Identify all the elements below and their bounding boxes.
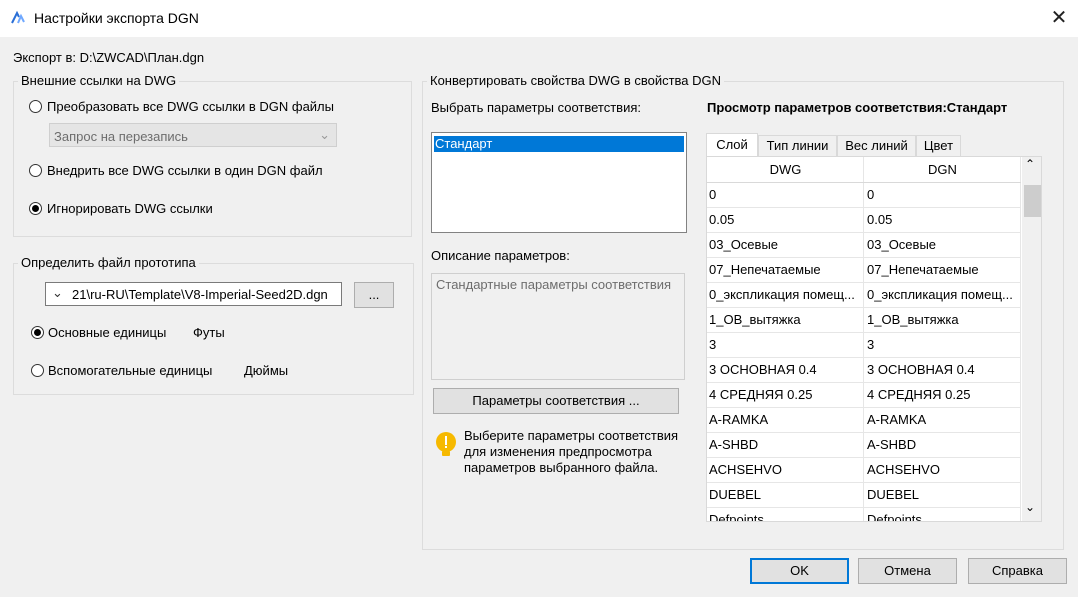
grid-cell-dwg[interactable]: 3 ОСНОВНАЯ 0.4: [707, 358, 862, 382]
grid-cell-dwg[interactable]: 0_экспликация помещ...: [707, 283, 862, 307]
hint-text: Выберите параметры соответствия для изме…: [464, 428, 679, 475]
prototype-legend: Определить файл прототипа: [18, 255, 199, 270]
close-icon[interactable]: ✕: [1042, 4, 1076, 32]
convert-legend: Конвертировать свойства DWG в свойства D…: [427, 73, 725, 88]
select-mapping-label: Выбрать параметры соответствия:: [431, 100, 641, 115]
lightbulb-icon: [436, 432, 456, 456]
export-path: Экспорт в: D:\ZWCAD\План.dgn: [13, 50, 205, 65]
tab-color[interactable]: Цвет: [916, 135, 961, 157]
tab-linetype[interactable]: Тип линии: [758, 135, 837, 157]
grid-cell-dwg[interactable]: 03_Осевые: [707, 233, 862, 257]
chevron-down-icon: ⌄: [52, 285, 63, 300]
scroll-down-icon[interactable]: ⌄: [1025, 500, 1035, 514]
grid-cell-dwg[interactable]: DUEBEL: [707, 483, 862, 507]
cancel-button[interactable]: Отмена: [858, 558, 957, 584]
radio-embed-refs[interactable]: [29, 164, 42, 177]
grid-cell-dwg[interactable]: 4 СРЕДНЯЯ 0.25: [707, 383, 862, 407]
grid-cell-dgn[interactable]: 0: [865, 183, 1020, 207]
sub-units-value: Дюймы: [244, 363, 289, 378]
main-units-value: Футы: [193, 325, 225, 340]
window-title: Настройки экспорта DGN: [34, 10, 199, 26]
grid-cell-dgn[interactable]: 1_ОВ_вытяжка: [865, 308, 1020, 332]
grid-cell-dwg[interactable]: Defpoints: [707, 508, 862, 521]
column-separator: [1020, 157, 1021, 521]
mapping-settings-button[interactable]: Параметры соответствия ...: [433, 388, 679, 414]
radio-sub-units[interactable]: [31, 364, 44, 377]
grid-cell-dwg[interactable]: 1_ОВ_вытяжка: [707, 308, 862, 332]
prototype-file-combo[interactable]: ⌄ 21\ru-RU\Template\V8-Imperial-Seed2D.d…: [45, 282, 342, 306]
description-label: Описание параметров:: [431, 248, 570, 263]
grid-cell-dwg[interactable]: A-RAMKA: [707, 408, 862, 432]
grid-cell-dgn[interactable]: DUEBEL: [865, 483, 1020, 507]
description-box: Стандартные параметры соответствия: [431, 273, 685, 380]
tab-lineweight[interactable]: Вес линий: [837, 135, 916, 157]
radio-convert-refs-label[interactable]: Преобразовать все DWG ссылки в DGN файлы: [47, 99, 334, 114]
grid-cell-dwg[interactable]: 0.05: [707, 208, 862, 232]
tab-layer[interactable]: Слой: [706, 133, 758, 157]
grid-cell-dwg[interactable]: A-SHBD: [707, 433, 862, 457]
grid-cell-dgn[interactable]: 07_Непечатаемые: [865, 258, 1020, 282]
grid-cell-dgn[interactable]: 3: [865, 333, 1020, 357]
radio-convert-refs[interactable]: [29, 100, 42, 113]
external-refs-legend: Внешние ссылки на DWG: [18, 73, 180, 88]
radio-ignore-refs-label[interactable]: Игнорировать DWG ссылки: [47, 201, 213, 216]
grid-cell-dwg[interactable]: 3: [707, 333, 862, 357]
grid-cell-dwg[interactable]: 07_Непечатаемые: [707, 258, 862, 282]
vertical-scrollbar[interactable]: ⌃ ⌄: [1022, 157, 1041, 521]
preview-title: Просмотр параметров соответствия:Стандар…: [707, 100, 1008, 115]
browse-button[interactable]: ...: [354, 282, 394, 308]
column-header-dgn[interactable]: DGN: [864, 157, 1021, 182]
grid-cell-dgn[interactable]: A-SHBD: [865, 433, 1020, 457]
radio-main-units-label[interactable]: Основные единицы: [48, 325, 166, 340]
prototype-file-value: 21\ru-RU\Template\V8-Imperial-Seed2D.dgn: [72, 287, 328, 302]
grid-cell-dgn[interactable]: Defpoints: [865, 508, 1020, 521]
mapping-grid: DWG DGN 0 0 0.05 0.05 03_Осевые 03_Осевые 07_Н…: [706, 156, 1042, 522]
grid-cell-dwg[interactable]: ACHSEHVO: [707, 458, 862, 482]
chevron-down-icon: ⌄: [319, 127, 330, 142]
scroll-up-icon[interactable]: ⌃: [1025, 157, 1035, 171]
scrollbar-thumb[interactable]: [1024, 185, 1041, 217]
radio-ignore-refs[interactable]: [29, 202, 42, 215]
column-separator: [863, 157, 864, 521]
mapping-list[interactable]: Стандарт: [431, 132, 687, 233]
grid-cell-dwg[interactable]: 0: [707, 183, 862, 207]
grid-cell-dgn[interactable]: ACHSEHVO: [865, 458, 1020, 482]
grid-cell-dgn[interactable]: 4 СРЕДНЯЯ 0.25: [865, 383, 1020, 407]
grid-cell-dgn[interactable]: 0.05: [865, 208, 1020, 232]
mapping-list-item[interactable]: Стандарт: [434, 136, 684, 152]
grid-cell-dgn[interactable]: A-RAMKA: [865, 408, 1020, 432]
app-icon: [11, 10, 25, 24]
column-header-dwg[interactable]: DWG: [707, 157, 864, 182]
help-button[interactable]: Справка: [968, 558, 1067, 584]
grid-cell-dgn[interactable]: 03_Осевые: [865, 233, 1020, 257]
grid-cell-dgn[interactable]: 0_экспликация помещ...: [865, 283, 1020, 307]
radio-sub-units-label[interactable]: Вспомогательные единицы: [48, 363, 212, 378]
grid-cell-dgn[interactable]: 3 ОСНОВНАЯ 0.4: [865, 358, 1020, 382]
ok-button[interactable]: OK: [750, 558, 849, 584]
overwrite-combo: Запрос на перезапись ⌄: [49, 123, 337, 147]
overwrite-combo-value: Запрос на перезапись: [54, 129, 188, 144]
radio-main-units[interactable]: [31, 326, 44, 339]
radio-embed-refs-label[interactable]: Внедрить все DWG ссылки в один DGN файл: [47, 163, 323, 178]
